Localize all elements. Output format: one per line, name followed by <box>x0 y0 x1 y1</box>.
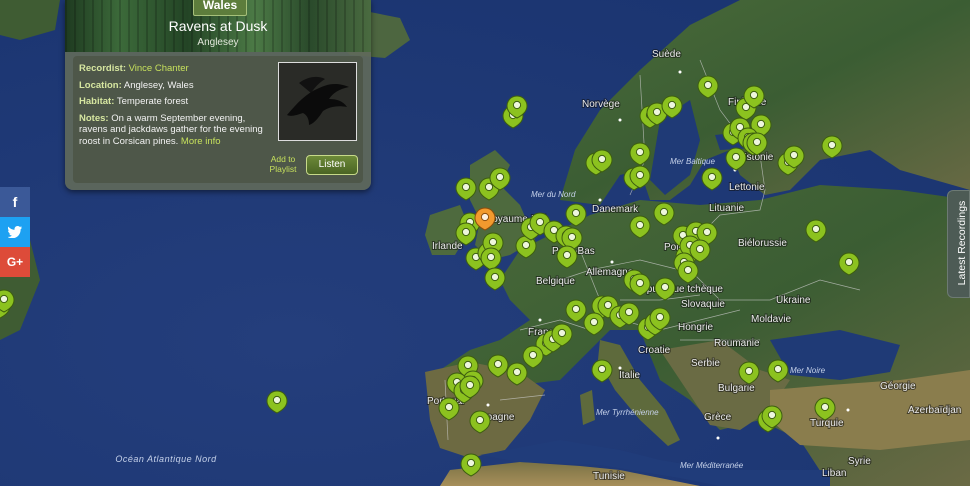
label-georgie: Géorgie <box>880 381 916 392</box>
label-roumanie: Roumanie <box>714 338 760 349</box>
notes-row: Notes: On a warm September evening, rave… <box>79 113 264 148</box>
label-azerbaidjan: Azerbaïdjan <box>908 405 961 416</box>
label-mer-tyrrhenienne: Mer Tyrrhénienne <box>596 408 659 417</box>
label-liban: Liban <box>822 468 846 479</box>
latest-recordings-label: Latest Recordings <box>956 200 968 286</box>
label-suede: Suède <box>652 49 681 60</box>
label-italie: Italie <box>619 370 641 381</box>
label-mer-mediterranee: Mer Méditerranée <box>680 461 744 470</box>
label-tunisie: Tunisie <box>593 471 625 482</box>
label-mer-baltique: Mer Baltique <box>670 157 715 166</box>
label-mer-du-nord: Mer du Nord <box>531 190 576 199</box>
latest-recordings-tab[interactable]: Latest Recordings <box>947 190 970 298</box>
recording-info-card: Wales Ravens at Dusk Anglesey Recordist:… <box>65 0 371 190</box>
twitter-icon <box>7 226 23 239</box>
location-label: Location: <box>79 79 122 91</box>
more-info-link[interactable]: More info <box>181 136 221 147</box>
recordist-label: Recordist: <box>79 63 126 74</box>
label-moldavie: Moldavie <box>751 314 791 325</box>
location-value: Anglesey, Wales <box>123 79 194 91</box>
label-slovaquie: Slovaquie <box>681 299 725 310</box>
label-croatie: Croatie <box>638 345 671 356</box>
raven-icon <box>279 63 356 140</box>
habitat-value: Temperate forest <box>116 96 189 107</box>
label-irlande: Irlande <box>432 241 463 252</box>
label-lituanie: Lituanie <box>709 203 744 214</box>
raven-thumbnail <box>278 62 357 141</box>
twitter-share-button[interactable] <box>0 217 30 247</box>
notes-label: Notes: <box>79 112 109 124</box>
label-mer-noire: Mer Noire <box>790 366 826 375</box>
add-to-playlist-button[interactable]: Add to Playlist <box>268 154 298 174</box>
label-bulgarie: Bulgarie <box>718 383 755 394</box>
recording-location: Anglesey <box>197 37 239 48</box>
label-lettonie: Lettonie <box>729 182 765 193</box>
label-serbie: Serbie <box>691 358 720 369</box>
label-syrie: Syrie <box>848 456 871 467</box>
label-turquie: Turquie <box>810 418 844 429</box>
location-row: Location: Anglesey, Wales <box>79 80 264 92</box>
google-plus-share-button[interactable]: G+ <box>0 247 30 277</box>
label-hongrie: Hongrie <box>678 322 713 333</box>
label-belgique: Belgique <box>536 276 575 287</box>
recording-title: Ravens at Dusk <box>168 18 268 34</box>
recording-meta: Recordist: Vince Chanter Location: Angle… <box>79 63 264 152</box>
region-badge[interactable]: Wales <box>193 0 247 16</box>
recordist-row: Recordist: Vince Chanter <box>79 63 264 75</box>
label-ocean-atlantique-nord: Océan Atlantique Nord <box>115 454 217 464</box>
habitat-label: Habitat: <box>79 96 115 107</box>
label-grece: Grèce <box>704 412 732 423</box>
facebook-share-button[interactable]: f <box>0 187 30 217</box>
label-bielorussie: Biélorussie <box>738 238 787 249</box>
recordist-link[interactable]: Vince Chanter <box>129 63 189 74</box>
habitat-row: Habitat: Temperate forest <box>79 96 264 108</box>
label-ukraine: Ukraine <box>776 295 811 306</box>
label-norvege: Norvège <box>582 99 620 110</box>
label-danemark: Danemark <box>592 204 639 215</box>
listen-button[interactable]: Listen <box>306 155 358 175</box>
card-details: Recordist: Vince Chanter Location: Angle… <box>73 56 363 183</box>
